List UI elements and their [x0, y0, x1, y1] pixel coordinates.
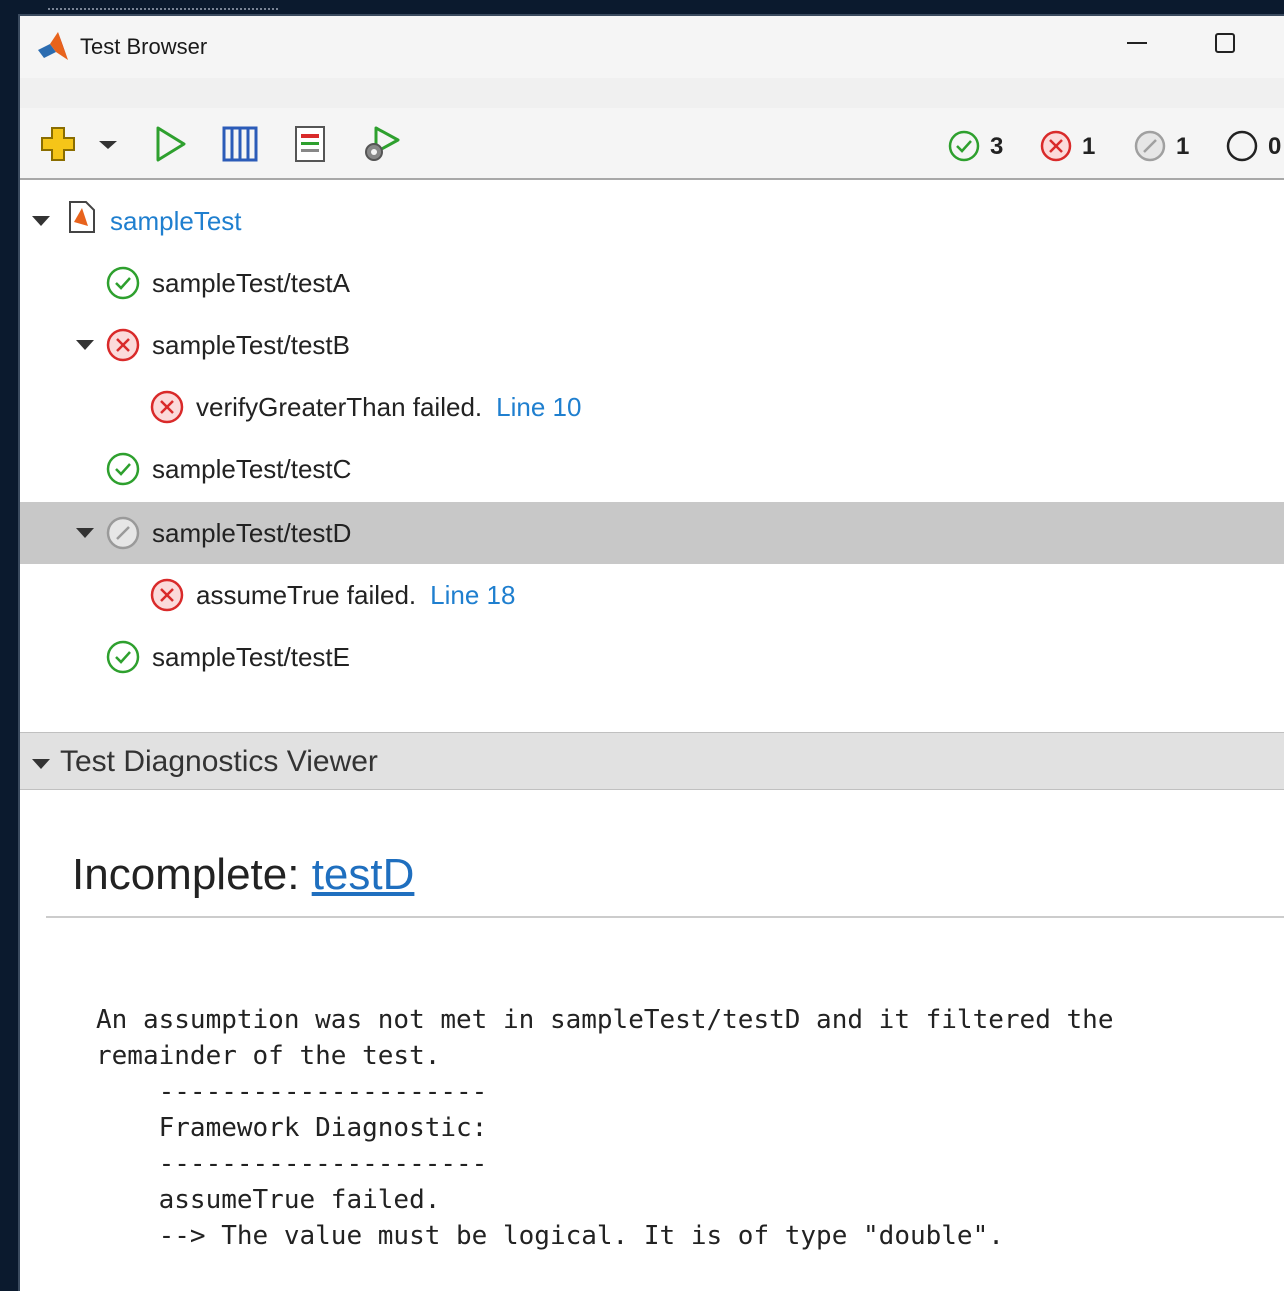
tree-row-verify-failure[interactable]: verifyGreaterThan failed. Line 10 [20, 376, 1284, 438]
tree-label: verifyGreaterThan failed. Line 10 [196, 392, 582, 422]
failed-icon [1040, 130, 1072, 162]
diagnostic-message: An assumption was not met in sampleTest/… [96, 1005, 1114, 1251]
passed-icon [106, 452, 140, 486]
incomplete-icon [1134, 130, 1166, 162]
incomplete-count: 1 [1176, 133, 1190, 160]
failed-icon [106, 328, 140, 362]
report-icon[interactable] [290, 124, 330, 164]
line-link[interactable]: Line 10 [496, 392, 581, 422]
diagnostics-panel-header[interactable]: Test Diagnostics Viewer [20, 732, 1284, 790]
add-tests-icon[interactable] [38, 124, 78, 164]
window-title: Test Browser [80, 34, 208, 59]
tree-label: sampleTest/testB [152, 330, 350, 360]
diagnostic-heading: Incomplete: testD [72, 850, 415, 899]
collapse-arrow-icon[interactable] [32, 759, 50, 769]
run-all-columns-icon[interactable] [220, 124, 260, 164]
tree-label: sampleTest/testC [152, 454, 352, 484]
tree-label: sampleTest/testE [152, 642, 350, 672]
tree-row-teste[interactable]: sampleTest/testE [20, 626, 1284, 688]
tree-label: sampleTest/testD [152, 518, 352, 548]
toolstrip-gap [20, 78, 1284, 108]
test-name-link[interactable]: testD [312, 850, 415, 899]
not-run-icon [1226, 130, 1258, 162]
background-window-edge [48, 8, 278, 12]
maximize-icon[interactable] [1212, 30, 1238, 56]
tree-label: sampleTest [110, 206, 242, 236]
test-file-icon [69, 201, 95, 233]
minimize-icon[interactable] [1124, 30, 1150, 56]
failed-count: 1 [1082, 133, 1096, 160]
tree-label: assumeTrue failed. Line 18 [196, 580, 516, 610]
failed-icon [150, 578, 184, 612]
tree-row-testd[interactable]: sampleTest/testD [20, 502, 1284, 564]
incomplete-icon [106, 516, 140, 550]
run-settings-icon[interactable] [360, 124, 400, 164]
chevron-down-icon[interactable] [96, 124, 120, 164]
not-run-count: 0 [1268, 133, 1282, 160]
tree-row-testb[interactable]: sampleTest/testB [20, 314, 1284, 376]
run-icon[interactable] [150, 124, 190, 164]
collapse-arrow-icon[interactable] [76, 528, 94, 538]
collapse-arrow-icon[interactable] [32, 216, 50, 226]
passed-icon [106, 266, 140, 300]
matlab-logo-icon [38, 32, 68, 60]
diagnostics-viewer: Incomplete: testD An assumption was not … [20, 790, 1284, 1291]
toolbar: 3 1 1 0 [20, 108, 1284, 180]
heading-divider [46, 916, 1284, 918]
line-link[interactable]: Line 18 [430, 580, 515, 610]
passed-icon [948, 130, 980, 162]
diagnostics-panel-title: Test Diagnostics Viewer [60, 745, 378, 778]
test-browser-window: Test Browser 3 1 1 0 sampleTest sampleTe… [18, 14, 1284, 1291]
tree-root-sampletest[interactable]: sampleTest [20, 190, 1284, 252]
tree-row-testc[interactable]: sampleTest/testC [20, 438, 1284, 500]
tree-row-testa[interactable]: sampleTest/testA [20, 252, 1284, 314]
passed-icon [106, 640, 140, 674]
collapse-arrow-icon[interactable] [76, 340, 94, 350]
tree-label: sampleTest/testA [152, 268, 350, 298]
test-tree: sampleTest sampleTest/testA sampleTest/t… [20, 180, 1284, 732]
tree-row-assume-failure[interactable]: assumeTrue failed. Line 18 [20, 564, 1284, 626]
passed-count: 3 [990, 133, 1004, 160]
failed-icon [150, 390, 184, 424]
title-bar: Test Browser [20, 16, 1284, 78]
